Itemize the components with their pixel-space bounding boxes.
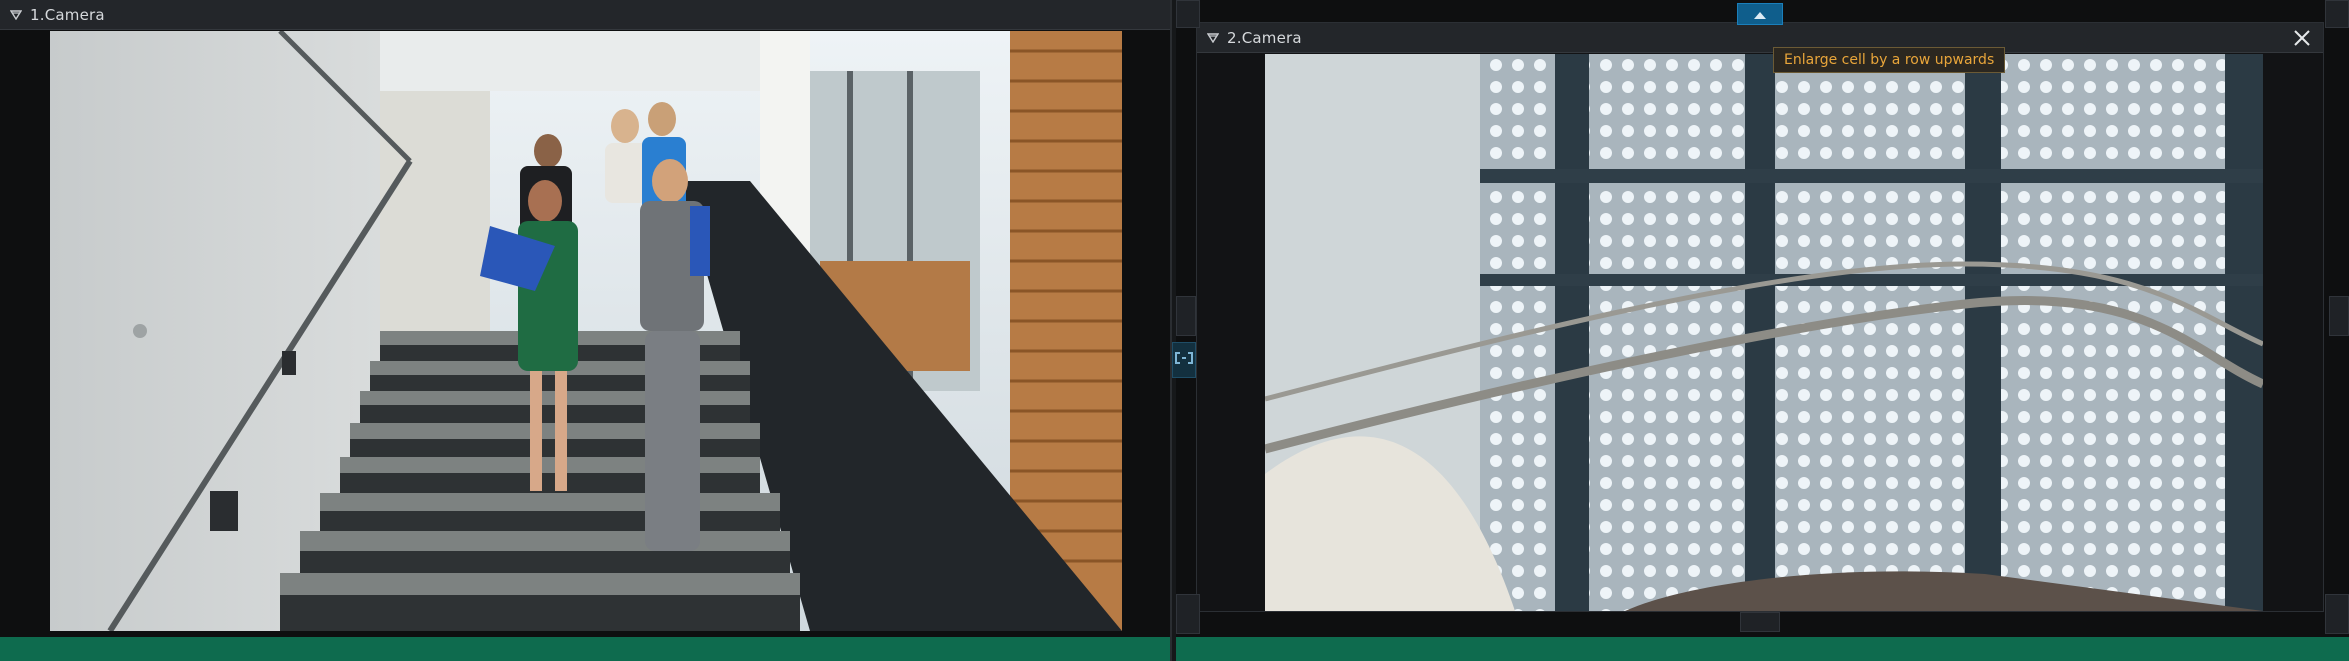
resize-handle-top-right[interactable] bbox=[2325, 0, 2349, 28]
arrow-up-icon bbox=[1752, 5, 1768, 24]
camera-video-2[interactable] bbox=[1265, 54, 2263, 611]
camera-status-bar-1 bbox=[0, 637, 1170, 661]
swap-cells-button[interactable] bbox=[1172, 342, 1196, 378]
camera-cell-2[interactable]: 2.Camera bbox=[1176, 0, 2349, 661]
resize-handle-bottom-right[interactable] bbox=[2325, 594, 2349, 634]
close-icon[interactable] bbox=[2291, 27, 2313, 49]
camera-title-1: 1.Camera bbox=[30, 5, 105, 24]
tooltip: Enlarge cell by a row upwards bbox=[1773, 47, 2006, 73]
video-wall: 1.Camera 2.Camera Enlarge cell by a row … bbox=[0, 0, 2349, 661]
enlarge-row-up-button[interactable] bbox=[1737, 3, 1783, 25]
camera-frame-2: 2.Camera bbox=[1196, 22, 2324, 612]
camera-header-1[interactable]: 1.Camera bbox=[0, 0, 1170, 30]
resize-handle-left[interactable] bbox=[1176, 296, 1196, 336]
resize-handle-top-left[interactable] bbox=[1176, 0, 1200, 28]
triangle-down-icon[interactable] bbox=[1205, 30, 1221, 46]
triangle-down-icon[interactable] bbox=[8, 7, 24, 23]
camera-cell-1[interactable]: 1.Camera bbox=[0, 0, 1172, 661]
resize-handle-bottom-left[interactable] bbox=[1176, 594, 1200, 634]
camera-video-1[interactable] bbox=[50, 31, 1122, 631]
resize-handle-bottom[interactable] bbox=[1740, 612, 1780, 632]
swap-cells-icon bbox=[1174, 350, 1194, 370]
resize-handle-right[interactable] bbox=[2329, 296, 2349, 336]
camera-header-2[interactable]: 2.Camera bbox=[1197, 23, 2323, 53]
camera-status-bar-2 bbox=[1176, 637, 2349, 661]
camera-title-2: 2.Camera bbox=[1227, 28, 1302, 47]
